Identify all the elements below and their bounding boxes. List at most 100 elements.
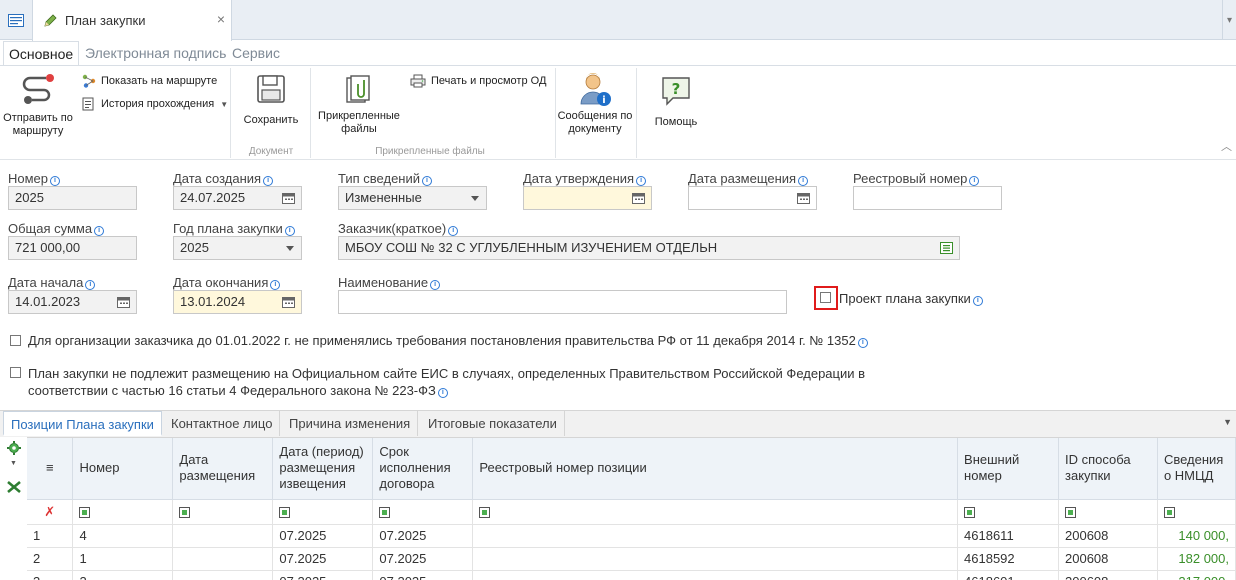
tab-totals[interactable]: Итоговые показатели [421, 411, 565, 436]
cell-placement-date [172, 547, 274, 571]
end-date-label: Дата окончания i [173, 275, 281, 290]
document-tab-title: План закупки [65, 13, 146, 28]
name-field[interactable] [338, 290, 787, 314]
print-icon [410, 74, 426, 88]
column-header[interactable]: Внешний номер [957, 438, 1059, 500]
show-route-label: Показать на маршруте [101, 75, 218, 87]
excel-export-icon[interactable] [6, 480, 22, 494]
pencil-icon [44, 13, 57, 27]
filter-cell[interactable] [1058, 499, 1158, 525]
info-icon: i [437, 388, 448, 398]
send-route-button[interactable]: Отправить по маршруту [2, 72, 74, 138]
row-index: 1 [27, 524, 74, 548]
tab-positions[interactable]: Позиции Плана закупки [3, 411, 162, 436]
close-icon[interactable]: × [217, 11, 225, 27]
column-header[interactable]: Сведения о НМЦД [1157, 438, 1236, 500]
calendar-icon[interactable] [282, 192, 295, 204]
placement-date-field[interactable] [688, 186, 817, 210]
chevron-down-icon[interactable] [471, 196, 479, 201]
chevron-down-icon[interactable] [286, 246, 294, 251]
number-field[interactable]: 2025 [8, 186, 137, 210]
help-button[interactable]: ? Помощь [645, 76, 707, 129]
calendar-icon[interactable] [632, 192, 645, 204]
cell-placement-date [172, 524, 274, 548]
end-date-field[interactable]: 13.01.2024 [173, 290, 302, 314]
cell-method-id: 200608 [1058, 547, 1158, 571]
column-header[interactable]: Реестровый номер позиции [472, 438, 959, 500]
cell-term: 07.2025 [372, 547, 474, 571]
tab-change-reason[interactable]: Причина изменения [282, 411, 419, 436]
ribbon-tab-service[interactable]: Сервис [227, 41, 285, 65]
ribbon-separator [636, 68, 637, 158]
cell-external-number: 4618592 [957, 547, 1059, 571]
show-route-button[interactable]: Показать на маршруте [82, 74, 217, 88]
svg-text:?: ? [672, 80, 681, 98]
approve-date-field[interactable] [523, 186, 652, 210]
plan-year-select[interactable]: 2025 [173, 236, 302, 260]
created-date-label: Дата создания i [173, 171, 274, 186]
filter-row: ✗ [27, 499, 1236, 525]
created-date-field[interactable]: 24.07.2025 [173, 186, 302, 210]
cell-nmcd: 140 000, [1157, 524, 1236, 548]
messages-button[interactable]: i Сообщения по документу [556, 72, 634, 136]
start-date-field[interactable]: 14.01.2023 [8, 290, 137, 314]
print-preview-button[interactable]: Печать и просмотр ОД [410, 74, 546, 88]
total-sum-field[interactable]: 721 000,00 [8, 236, 137, 260]
filter-cell[interactable] [1157, 499, 1236, 525]
check-223fz-label: План закупки не подлежит размещению на О… [28, 366, 866, 398]
table-row[interactable]: 2 1 07.2025 07.2025 4618592 200608 182 0… [27, 547, 1236, 571]
column-header[interactable]: Срок исполнения договора [372, 438, 474, 500]
filter-cell[interactable] [172, 499, 274, 525]
ribbon-tab-signature[interactable]: Электронная подпись [80, 41, 231, 65]
filter-cell[interactable] [472, 499, 959, 525]
ribbon-separator [230, 68, 231, 158]
info-icon: i [972, 296, 983, 306]
send-route-label: Отправить по маршруту [3, 112, 73, 137]
customer-field[interactable]: МБОУ СОШ № 32 С УГЛУБЛЕННЫМ ИЗУЧЕНИЕМ ОТ… [338, 236, 960, 260]
placement-date-label: Дата размещения i [688, 171, 809, 186]
lookup-icon[interactable] [940, 242, 953, 254]
history-icon [82, 97, 94, 111]
info-icon: i [263, 176, 274, 186]
column-header[interactable]: Дата размещения [172, 438, 274, 500]
tab-contact[interactable]: Контактное лицо [164, 411, 281, 436]
collapse-ribbon-icon[interactable]: ︿ [1221, 138, 1232, 154]
filter-cell[interactable] [72, 499, 174, 525]
document-tab[interactable]: План закупки × [32, 0, 232, 41]
column-header[interactable]: ID способа закупки [1058, 438, 1158, 500]
tabs-dropdown-icon[interactable]: ▼ [1223, 417, 1232, 427]
clear-filter-icon[interactable]: ✗ [27, 499, 74, 525]
info-icon: i [430, 280, 441, 290]
check-1352-checkbox[interactable] [10, 335, 21, 346]
tab-list-dropdown-icon[interactable]: ▾ [1222, 0, 1236, 40]
column-header[interactable]: Номер [72, 438, 174, 500]
save-button[interactable]: Сохранить [240, 74, 302, 127]
history-button[interactable]: История прохождения ▼ [82, 97, 228, 111]
column-menu-icon[interactable]: ≡ [27, 438, 74, 500]
table-row[interactable]: 1 4 07.2025 07.2025 4618611 200608 140 0… [27, 524, 1236, 548]
info-type-select[interactable]: Измененные [338, 186, 487, 210]
cell-registry [472, 524, 959, 548]
filter-cell[interactable] [957, 499, 1059, 525]
ribbon-tab-main[interactable]: Основное [3, 41, 80, 65]
registry-number-field[interactable] [853, 186, 1002, 210]
table-row[interactable]: 3 2 07.2025 07.2025 4618601 200608 217 0… [27, 570, 1236, 580]
check-223fz-checkbox[interactable] [10, 367, 21, 378]
attached-files-button[interactable]: Прикрепленные файлы [316, 74, 402, 136]
info-icon: i [94, 226, 105, 236]
chevron-down-icon: ▼ [220, 99, 229, 109]
calendar-icon[interactable] [282, 296, 295, 308]
calendar-icon[interactable] [797, 192, 810, 204]
column-header[interactable]: Дата (период) размещения извещения [272, 438, 374, 500]
chevron-down-icon[interactable]: ▼ [10, 460, 17, 467]
filter-cell[interactable] [372, 499, 474, 525]
app-menu-icon[interactable] [0, 0, 32, 40]
row-index: 2 [27, 547, 74, 571]
history-label: История прохождения [101, 98, 215, 110]
info-icon: i [448, 226, 459, 236]
calendar-icon[interactable] [117, 296, 130, 308]
grid-side-toolbar: ▼ [0, 437, 27, 580]
project-checkbox[interactable] [820, 292, 831, 303]
filter-cell[interactable] [272, 499, 374, 525]
settings-gear-icon[interactable] [7, 441, 21, 455]
